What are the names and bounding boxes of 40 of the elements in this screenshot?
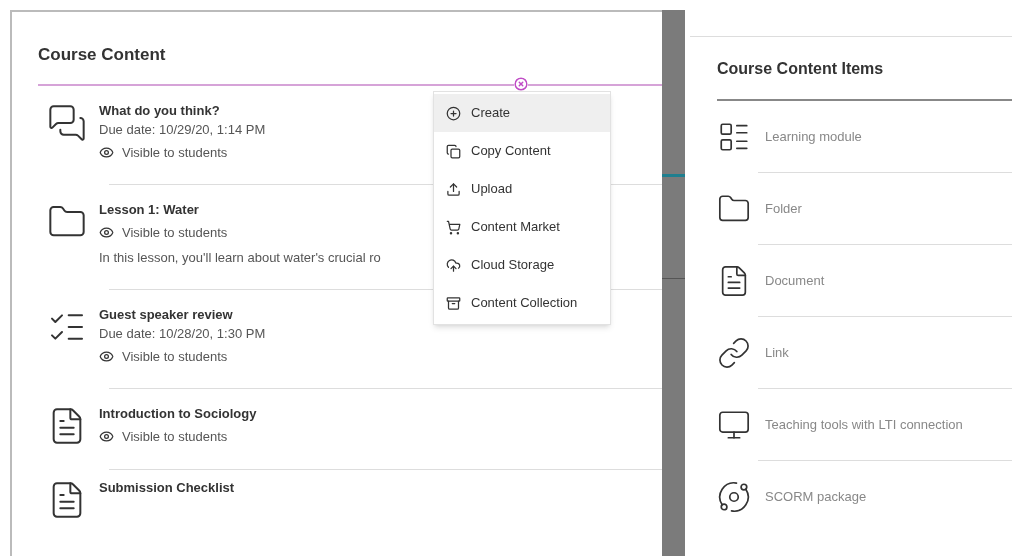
visibility-label: Visible to students: [122, 348, 228, 365]
tray-icon: [446, 295, 461, 311]
cart-icon: [446, 219, 461, 235]
item-title[interactable]: Guest speaker review: [99, 306, 266, 323]
item-description: In this lesson, you'll learn about water's crucial ro: [99, 249, 381, 266]
item-title[interactable]: What do you think?: [99, 102, 266, 119]
menu-item[interactable]: Content Collection: [434, 284, 610, 322]
visibility-label: Visible to students: [122, 224, 228, 241]
cloud-icon: [446, 257, 461, 273]
menu-item[interactable]: Copy Content: [434, 132, 610, 170]
due-date: Due date: 10/28/20, 1:30 PM: [99, 325, 266, 342]
content-type-item[interactable]: Folder: [717, 173, 1012, 244]
visibility-label: Visible to students: [122, 144, 228, 161]
copy-icon: [446, 143, 461, 159]
visibility-label: Visible to students: [122, 428, 228, 445]
content-type-item[interactable]: Link: [717, 317, 1012, 388]
close-icon[interactable]: [514, 76, 528, 91]
panel-title: Course Content: [38, 44, 167, 66]
eye-icon: [99, 349, 114, 364]
eye-icon: [99, 145, 114, 160]
due-date: Due date: 10/29/20, 1:14 PM: [99, 121, 266, 138]
item-title[interactable]: Introduction to Sociology: [99, 405, 257, 422]
item-title[interactable]: Lesson 1: Water: [99, 201, 381, 218]
menu-item[interactable]: Content Market: [434, 208, 610, 246]
speech-bubbles-icon: [47, 102, 87, 143]
plus-circle-icon: [446, 105, 461, 121]
content-type-item[interactable]: Learning module: [717, 101, 1012, 172]
content-type-item[interactable]: Teaching tools with LTI connection: [717, 389, 1012, 460]
content-type-item[interactable]: Document: [717, 245, 1012, 316]
menu-item[interactable]: Cloud Storage: [434, 246, 610, 284]
panel-title: Course Content Items: [717, 59, 885, 79]
content-type-item[interactable]: SCORM package: [717, 461, 1012, 532]
eye-icon: [99, 225, 114, 240]
eye-icon: [99, 429, 114, 444]
orbit-icon: [717, 479, 751, 514]
upload-icon: [446, 181, 461, 197]
chain-link-icon: [717, 335, 751, 370]
menu-item[interactable]: Create: [434, 94, 610, 132]
item-title[interactable]: Submission Checklist: [99, 479, 235, 496]
menu-item[interactable]: Upload: [434, 170, 610, 208]
